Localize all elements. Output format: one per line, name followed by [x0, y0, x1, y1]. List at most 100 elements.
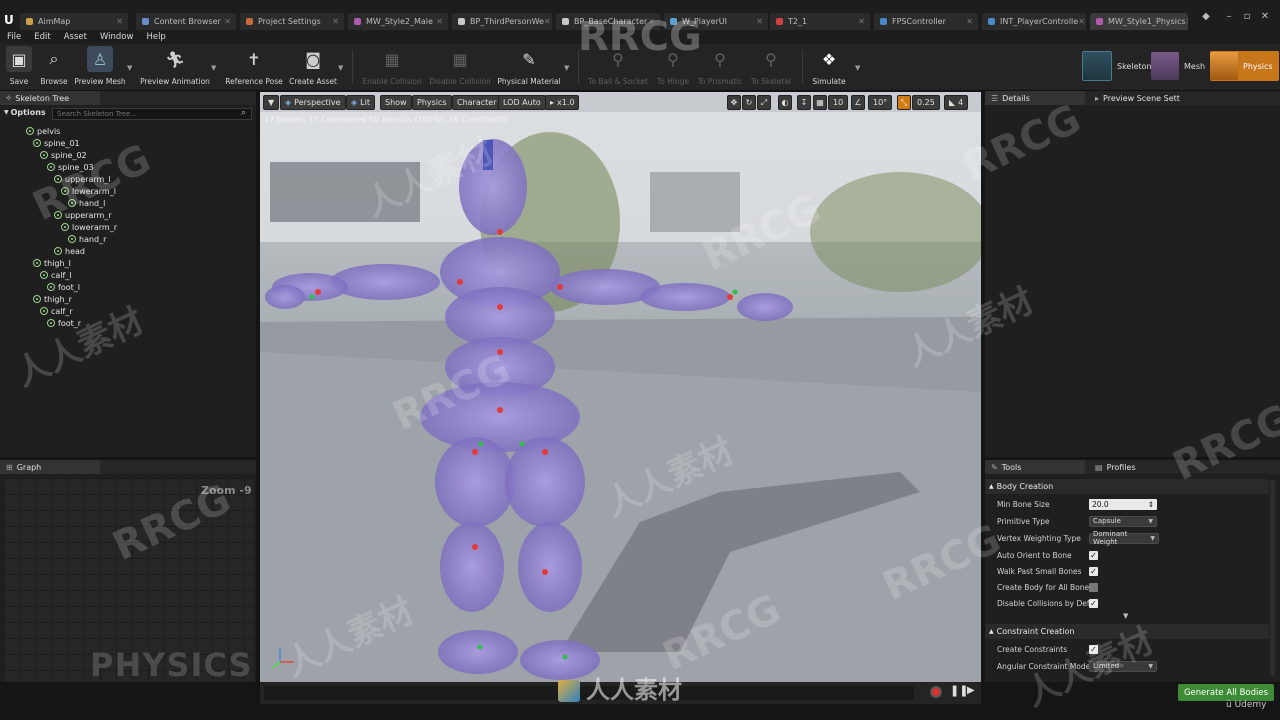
editor-tab[interactable]: AimMap ✕ [20, 13, 128, 30]
bone-item-head[interactable]: head [54, 245, 85, 257]
editor-tab[interactable]: FPSController ✕ [874, 13, 978, 30]
playback-speed-button[interactable]: ▸ x1.0 [545, 95, 580, 110]
to-ball-socket-button[interactable]: ⚲ To Ball & Socket [588, 46, 648, 88]
tools-scrollbar[interactable] [1270, 480, 1275, 676]
simulate-dropdown-icon[interactable]: ▼ [855, 64, 860, 72]
bone-item-lowerarm-l[interactable]: lowerarm_l [61, 185, 116, 197]
close-tab-icon[interactable]: ✕ [332, 17, 339, 26]
lowerarm-r-body[interactable] [640, 283, 730, 311]
to-prismatic-button[interactable]: ⚲ To Prismatic [697, 46, 743, 88]
calf-l-body[interactable] [440, 522, 504, 612]
generate-all-bodies-button[interactable]: Generate All Bodies [1178, 684, 1274, 701]
preview-mesh-button[interactable]: ♙ Preview Mesh [74, 46, 126, 88]
rotation-size-button[interactable]: 10° [868, 95, 893, 110]
translate-tool-button[interactable]: ✥ [727, 95, 741, 110]
editor-tab[interactable]: MW_Style1_Physics✕ [1090, 13, 1188, 30]
hand-l-body[interactable] [265, 285, 305, 309]
surface-snap-button[interactable]: ↧ [797, 95, 811, 110]
reference-pose-button[interactable]: ✝ Reference Pose [225, 46, 283, 88]
bone-item-thigh-l[interactable]: thigh_l [33, 257, 71, 269]
angular-constraint-mode-select[interactable]: Limited ▼ [1089, 660, 1157, 672]
tab-graph[interactable]: ⊞ Graph [0, 460, 100, 474]
preview-animation-dropdown-icon[interactable]: ▼ [211, 64, 216, 72]
body-creation-section[interactable]: ▲ Body Creation [985, 479, 1269, 494]
mode-physics[interactable]: Physics [1210, 51, 1279, 81]
bone-item-spine-01[interactable]: spine_01 [33, 137, 80, 149]
lit-button[interactable]: ◈ Lit [346, 95, 375, 110]
foot-r-body[interactable] [520, 640, 600, 680]
close-tab-icon[interactable]: ✕ [966, 17, 973, 26]
menu-file[interactable]: File [7, 32, 21, 42]
editor-tab[interactable]: Content Browser ✕ [136, 13, 236, 30]
timeline-track[interactable] [264, 686, 914, 700]
bone-item-calf-r[interactable]: calf_r [40, 305, 73, 317]
grid-snap-button[interactable]: ▦ [813, 95, 827, 110]
editor-tab[interactable]: T2_1 ✕ [770, 13, 870, 30]
feedback-icon[interactable]: ◆ [1201, 12, 1211, 22]
record-icon[interactable] [930, 686, 942, 698]
simulate-button[interactable]: ❖ Simulate [812, 46, 846, 88]
viewport-options-button[interactable]: ▼ [263, 95, 280, 110]
bone-item-lowerarm-r[interactable]: lowerarm_r [61, 221, 117, 233]
constraint-creation-section[interactable]: ▲ Constraint Creation [985, 624, 1269, 639]
step-forward-icon[interactable]: ▶ [967, 685, 975, 696]
create-asset-dropdown-icon[interactable]: ▼ [338, 64, 343, 72]
tab-profiles[interactable]: ▤ Profiles [1089, 460, 1189, 474]
create-asset-button[interactable]: ◙ Create Asset [289, 46, 337, 88]
close-tab-icon[interactable]: ✕ [224, 17, 231, 26]
upperarm-l-body[interactable] [330, 264, 440, 300]
bone-item-foot-l[interactable]: foot_l [47, 281, 80, 293]
disable-collision-button[interactable]: ▦ Disable Collision [429, 46, 491, 88]
menu-asset[interactable]: Asset [64, 32, 87, 42]
lod-button[interactable]: LOD Auto [498, 95, 546, 110]
editor-tab[interactable]: BP_BaseCharacter ✕ [556, 13, 660, 30]
bone-item-calf-l[interactable]: calf_l [40, 269, 72, 281]
scale-size-button[interactable]: 0.25 [912, 95, 940, 110]
editor-tab[interactable]: Project Settings ✕ [240, 13, 344, 30]
unreal-logo-icon[interactable]: U [4, 13, 16, 27]
physics-view-button[interactable]: Physics [412, 95, 452, 110]
vertex-weighting-select[interactable]: Dominant Weight ▼ [1089, 530, 1159, 546]
bone-item-spine-03[interactable]: spine_03 [47, 161, 94, 173]
mode-mesh[interactable]: Mesh [1151, 51, 1205, 81]
close-tab-icon[interactable]: ✕ [858, 17, 865, 26]
tab-details[interactable]: ☰ Details [985, 91, 1085, 105]
bone-item-hand-r[interactable]: hand_r [68, 233, 106, 245]
show-button[interactable]: Show [380, 95, 412, 110]
browse-button[interactable]: ⌕ Browse [40, 46, 68, 88]
menu-window[interactable]: Window [100, 32, 134, 42]
physical-material-button[interactable]: ✎ Physical Material [497, 46, 560, 88]
perspective-button[interactable]: ◈ Perspective [280, 95, 346, 110]
editor-tab[interactable]: BP_ThirdPersonWe ✕ [452, 13, 552, 30]
coordinate-space-button[interactable]: ◐ [778, 95, 792, 110]
menu-help[interactable]: Help [146, 32, 165, 42]
tab-tools[interactable]: ✎ Tools [985, 460, 1085, 474]
bone-item-pelvis[interactable]: pelvis [26, 125, 60, 137]
pause-icon[interactable]: ❚❚ [950, 684, 968, 697]
min-bone-size-field[interactable]: 20.0 ⇕ [1089, 498, 1157, 510]
close-tab-icon[interactable]: ✕ [756, 17, 763, 26]
minimize-icon[interactable]: – [1224, 12, 1234, 22]
mode-skeleton[interactable]: Skeleton [1082, 51, 1152, 81]
menu-edit[interactable]: Edit [34, 32, 50, 42]
close-tab-icon[interactable]: ✕ [1186, 17, 1188, 26]
editor-tab[interactable]: MW_Style2_Male ✕ [348, 13, 448, 30]
auto-orient-checkbox[interactable]: ✓ [1089, 550, 1098, 560]
options-button[interactable]: ▼ Options [4, 108, 46, 117]
bone-item-thigh-r[interactable]: thigh_r [33, 293, 72, 305]
create-body-all-bones-checkbox[interactable] [1089, 582, 1098, 592]
enable-collision-button[interactable]: ▦ Enable Collision [362, 46, 421, 88]
bone-item-foot-r[interactable]: foot_r [47, 317, 81, 329]
scale-tool-button[interactable]: ⤢ [757, 95, 771, 110]
close-window-icon[interactable]: ✕ [1260, 12, 1270, 22]
preview-animation-button[interactable]: 🏃︎ Preview Animation [140, 46, 210, 88]
maximize-icon[interactable]: ▫ [1242, 12, 1252, 22]
close-tab-icon[interactable]: ✕ [648, 17, 655, 26]
grid-size-button[interactable]: 10 [828, 95, 849, 110]
preview-mesh-dropdown-icon[interactable]: ▼ [127, 64, 132, 72]
close-tab-icon[interactable]: ✕ [116, 17, 123, 26]
walk-past-small-bones-checkbox[interactable]: ✓ [1089, 566, 1098, 576]
editor-tab[interactable]: W_PlayerUI ✕ [664, 13, 768, 30]
hand-r-body[interactable] [737, 293, 793, 321]
to-skeletal-button[interactable]: ⚲ To Skeletal [751, 46, 791, 88]
